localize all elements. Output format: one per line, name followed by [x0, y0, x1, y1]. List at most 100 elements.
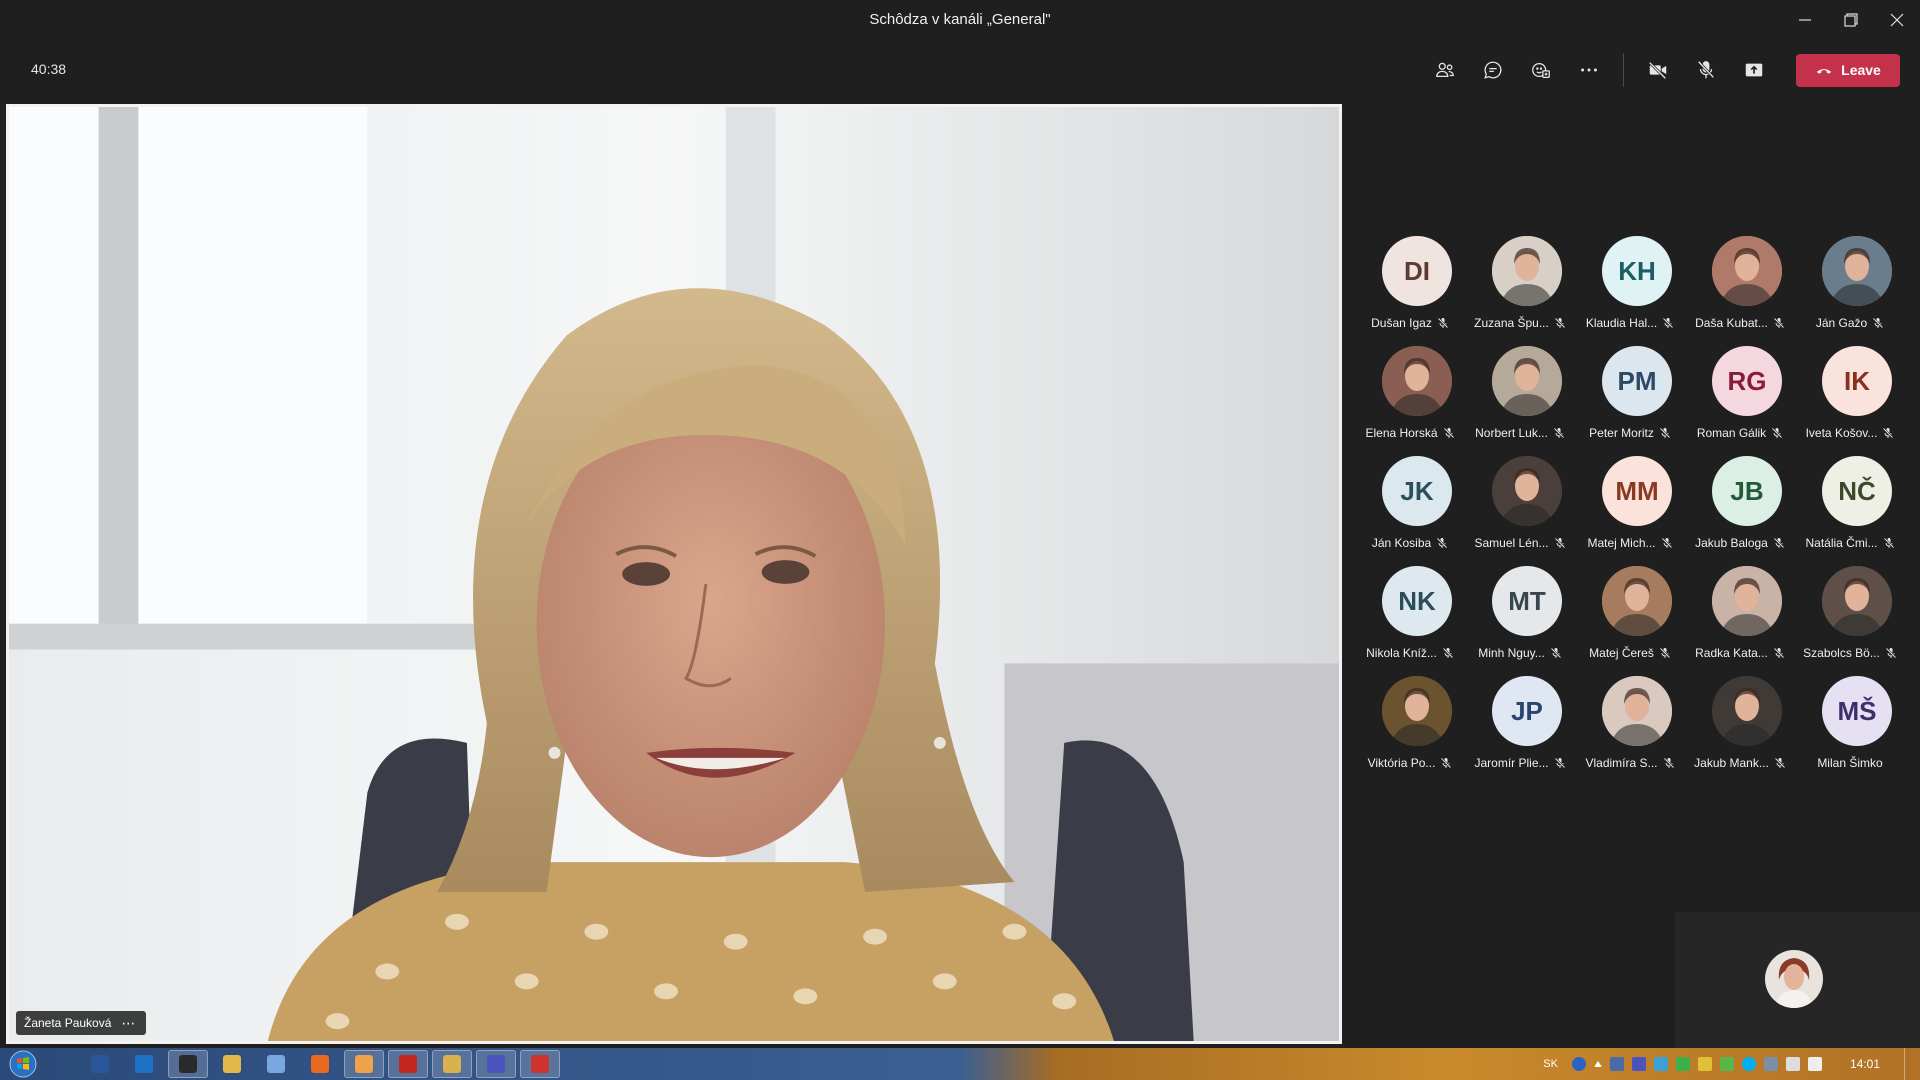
participant-tile[interactable]: Vladimíra S...	[1575, 676, 1685, 770]
participant-name-row: Dušan Igaz	[1355, 316, 1465, 330]
toolbar-divider	[1623, 53, 1624, 87]
close-button[interactable]	[1874, 0, 1920, 39]
participant-name-row: Milan Šimko	[1795, 756, 1905, 770]
start-button[interactable]	[0, 1048, 46, 1080]
help-icon[interactable]	[1571, 1057, 1586, 1071]
title-bar: Schôdza v kanáli „General"	[0, 0, 1920, 39]
taskbar-app-button[interactable]	[168, 1050, 208, 1078]
participant-initials-avatar: MT	[1492, 566, 1562, 636]
participant-initials-avatar: MM	[1602, 456, 1672, 526]
participant-tile[interactable]: Elena Horská	[1355, 346, 1465, 440]
participant-tile[interactable]: Daša Kubat...	[1685, 236, 1795, 330]
participant-name: Ján Gažo	[1815, 316, 1868, 330]
show-desktop-button[interactable]	[1904, 1048, 1914, 1080]
minimize-button[interactable]	[1782, 0, 1828, 39]
chat-button[interactable]	[1469, 51, 1517, 89]
restore-button[interactable]	[1828, 0, 1874, 39]
participant-name-row: Jakub Baloga	[1685, 536, 1795, 550]
participant-name: Viktória Po...	[1367, 756, 1436, 770]
mic-toggle-button[interactable]	[1682, 51, 1730, 89]
participant-tile[interactable]: KH Klaudia Hal...	[1575, 236, 1685, 330]
participant-photo	[1602, 676, 1672, 746]
security-icon[interactable]	[1675, 1057, 1690, 1071]
speaker-name-tag[interactable]: Žaneta Pauková ⋯	[16, 1011, 147, 1035]
taskbar-app-button[interactable]	[80, 1050, 120, 1078]
participant-tile[interactable]: Ján Gažo	[1795, 236, 1905, 330]
participant-name-row: Ján Gažo	[1795, 316, 1905, 330]
skype-icon[interactable]	[1741, 1057, 1756, 1071]
participant-tile[interactable]: MM Matej Mich...	[1575, 456, 1685, 550]
share-screen-button[interactable]	[1730, 51, 1778, 89]
network-icon[interactable]	[1609, 1057, 1624, 1071]
participant-tile[interactable]: PM Peter Moritz	[1575, 346, 1685, 440]
participant-tile[interactable]: MT Minh Nguy...	[1465, 566, 1575, 660]
more-actions-button[interactable]	[1565, 51, 1613, 89]
sync-icon[interactable]	[1653, 1057, 1668, 1071]
participant-tile[interactable]: MŠ Milan Šimko	[1795, 676, 1905, 770]
mic-muted-icon	[1443, 427, 1454, 439]
action-center-flag-icon[interactable]	[1785, 1057, 1800, 1071]
participant-photo	[1492, 236, 1562, 306]
teams-tray-icon[interactable]	[1631, 1057, 1646, 1071]
participant-tile[interactable]: Norbert Luk...	[1465, 346, 1575, 440]
main-video-stage[interactable]: Žaneta Pauková ⋯	[6, 104, 1342, 1044]
participant-name: Nikola Kníž...	[1366, 646, 1437, 660]
participant-tile[interactable]: Szabolcs Bö...	[1795, 566, 1905, 660]
reactions-button[interactable]	[1517, 51, 1565, 89]
participant-tile[interactable]: JB Jakub Baloga	[1685, 456, 1795, 550]
self-avatar	[1765, 950, 1823, 1008]
participant-name-row: Peter Moritz	[1575, 426, 1685, 440]
meeting-toolbar: 40:38 Leave	[0, 39, 1920, 101]
participant-tile[interactable]: JP Jaromír Plie...	[1465, 676, 1575, 770]
participant-tile[interactable]: Viktória Po...	[1355, 676, 1465, 770]
participant-tile[interactable]: DI Dušan Igaz	[1355, 236, 1465, 330]
participant-tile[interactable]: RG Roman Gálik	[1685, 346, 1795, 440]
participant-name: Klaudia Hal...	[1585, 316, 1658, 330]
taskbar-app-button[interactable]	[520, 1050, 560, 1078]
speaker-more-options[interactable]: ⋯	[121, 1015, 136, 1032]
leave-button[interactable]: Leave	[1796, 53, 1900, 87]
participant-initials-avatar: MŠ	[1822, 676, 1892, 746]
participant-tile[interactable]: JK Ján Kosiba	[1355, 456, 1465, 550]
taskbar-app-button[interactable]	[212, 1050, 252, 1078]
participant-name: Matej Mich...	[1587, 536, 1656, 550]
mic-muted-icon	[1771, 427, 1783, 439]
participant-tile[interactable]: Radka Kata...	[1685, 566, 1795, 660]
camera-toggle-button[interactable]	[1634, 51, 1682, 89]
taskbar-app-button[interactable]	[344, 1050, 384, 1078]
participant-name-row: Radka Kata...	[1685, 646, 1795, 660]
volume-icon[interactable]	[1807, 1057, 1822, 1071]
participant-tile[interactable]: NK Nikola Kníž...	[1355, 566, 1465, 660]
participant-tile[interactable]: Samuel Lén...	[1465, 456, 1575, 550]
participant-tile[interactable]: Matej Čereš	[1575, 566, 1685, 660]
acrobat-icon	[399, 1055, 417, 1073]
participant-tile[interactable]: Jakub Mank...	[1685, 676, 1795, 770]
mic-off-icon	[1697, 60, 1715, 79]
language-indicator[interactable]: SK	[1543, 1058, 1558, 1070]
firefox-icon	[311, 1055, 329, 1073]
taskbar-app-button[interactable]	[300, 1050, 340, 1078]
taskbar-clock[interactable]: 14:01	[1850, 1057, 1880, 1071]
taskbar-app-button[interactable]	[124, 1050, 164, 1078]
taskbar-app-button[interactable]	[388, 1050, 428, 1078]
speaker-name: Žaneta Pauková	[24, 1016, 112, 1030]
participant-initials-avatar: PM	[1602, 346, 1672, 416]
participant-tile[interactable]: Zuzana Špu...	[1465, 236, 1575, 330]
taskbar-app-button[interactable]	[256, 1050, 296, 1078]
participants-button[interactable]	[1421, 51, 1469, 89]
participant-tile[interactable]: NČ Natália Čmi...	[1795, 456, 1905, 550]
battery-icon[interactable]	[1719, 1057, 1734, 1071]
participant-name: Iveta Košov...	[1805, 426, 1878, 440]
notepad-icon	[267, 1055, 285, 1073]
update-icon[interactable]	[1697, 1057, 1712, 1071]
participant-tile[interactable]: IK Iveta Košov...	[1795, 346, 1905, 440]
share-icon	[1745, 63, 1763, 77]
tray-chevron-icon[interactable]	[1593, 1061, 1602, 1067]
mic-muted-icon	[1441, 757, 1452, 769]
monitor-icon[interactable]	[1763, 1057, 1778, 1071]
self-view[interactable]	[1675, 912, 1920, 1050]
taskbar-app-button[interactable]	[476, 1050, 516, 1078]
taskbar-app-button[interactable]	[432, 1050, 472, 1078]
mic-muted-icon	[1554, 537, 1565, 549]
participant-name-row: Samuel Lén...	[1465, 536, 1575, 550]
